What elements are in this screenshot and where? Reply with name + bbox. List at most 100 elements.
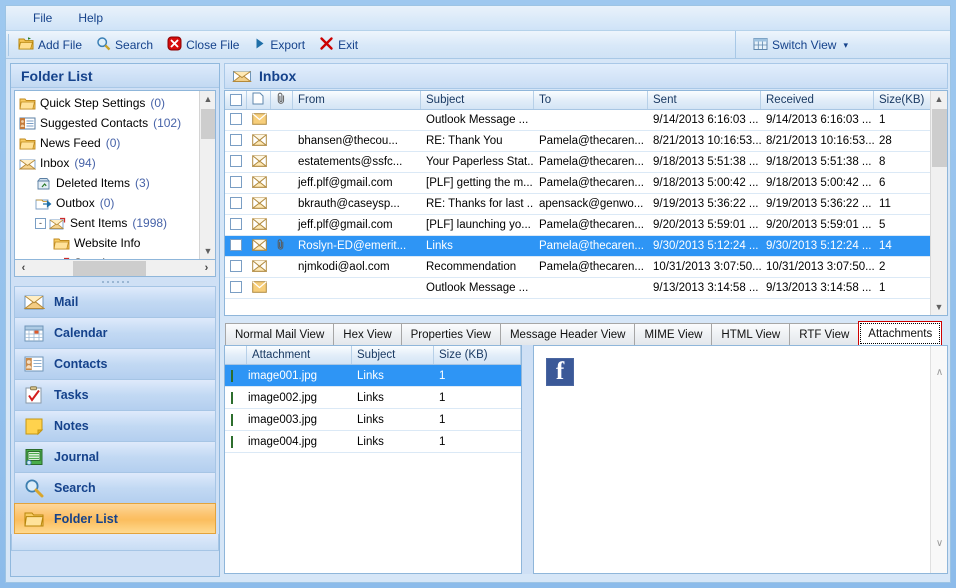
- search-button[interactable]: Search: [89, 34, 160, 56]
- tab-hex-view[interactable]: Hex View: [333, 323, 401, 346]
- folder-tree-item[interactable]: Website Info: [17, 233, 199, 253]
- sidebar-item-mail[interactable]: Mail: [14, 286, 216, 317]
- row-checkbox-cell[interactable]: [225, 217, 247, 233]
- attachment-row[interactable]: image001.jpg Links 1: [225, 365, 521, 387]
- row-checkbox[interactable]: [230, 112, 242, 125]
- mail-column-header-sent[interactable]: Sent: [648, 91, 761, 109]
- folder-tree-item[interactable]: Inbox (94): [17, 153, 199, 173]
- tab-mime-view[interactable]: MIME View: [634, 323, 712, 346]
- attachment-row[interactable]: image004.jpg Links 1: [225, 431, 521, 453]
- preview-scroll-down-icon[interactable]: ∨: [931, 535, 947, 551]
- sidebar-item-search[interactable]: Search: [14, 472, 216, 503]
- mail-row[interactable]: bkrauth@caseysp... RE: Thanks for last ..…: [225, 194, 930, 215]
- row-checkbox[interactable]: [230, 133, 242, 146]
- mail-column-header-attach[interactable]: [271, 91, 293, 109]
- tree-expander-icon[interactable]: -: [35, 217, 46, 229]
- mail-scroll-thumb[interactable]: [932, 109, 947, 167]
- attachment-column-header-2[interactable]: Subject: [352, 346, 434, 364]
- row-checkbox[interactable]: [230, 238, 242, 251]
- preview-scroll-up-icon[interactable]: ∧: [931, 364, 947, 380]
- mail-column-header-received[interactable]: Received: [761, 91, 874, 109]
- row-checkbox-cell[interactable]: [225, 133, 247, 149]
- mail-grid-vscrollbar[interactable]: ▲ ▼: [930, 91, 947, 315]
- row-checkbox-cell[interactable]: [225, 238, 247, 254]
- splitter-gripper[interactable]: [11, 277, 219, 286]
- scroll-right-icon[interactable]: ›: [198, 262, 215, 274]
- tab-rtf-view[interactable]: RTF View: [789, 323, 859, 346]
- row-checkbox[interactable]: [230, 217, 242, 230]
- scroll-thumb[interactable]: [201, 109, 215, 139]
- attachments-header[interactable]: Attachment Subject Size (KB): [225, 346, 521, 365]
- mail-row[interactable]: jeff.plf@gmail.com [PLF] launching yo... P…: [225, 215, 930, 236]
- sidebar-item-contacts[interactable]: Contacts: [14, 348, 216, 379]
- mail-column-header-size[interactable]: Size(KB): [874, 91, 932, 109]
- mail-grid-header[interactable]: From Subject To Sent Received Size(KB): [225, 91, 947, 110]
- menu-item-help[interactable]: Help: [65, 8, 116, 28]
- folder-tree-item[interactable]: News Feed (0): [17, 133, 199, 153]
- row-checkbox-cell[interactable]: [225, 154, 247, 170]
- folder-tree-vscrollbar[interactable]: ▲ ▼: [199, 91, 215, 259]
- mail-row[interactable]: estatements@ssfc... Your Paperless Stat..…: [225, 152, 930, 173]
- mail-row[interactable]: Roslyn-ED@emerit... Links Pamela@thecaren.…: [225, 236, 930, 257]
- scroll-up-icon[interactable]: ▲: [200, 91, 215, 107]
- mail-row[interactable]: jeff.plf@gmail.com [PLF] getting the m...…: [225, 173, 930, 194]
- sidebar-item-tasks[interactable]: Tasks: [14, 379, 216, 410]
- folder-tree-item[interactable]: Sent Items: [17, 253, 199, 259]
- mail-grid-body[interactable]: Outlook Message ... 9/14/2013 6:16:03 ...…: [225, 110, 930, 315]
- folder-tree[interactable]: Quick Step Settings (0) Suggested Contacts…: [15, 91, 199, 259]
- scroll-down-icon[interactable]: ▼: [200, 243, 215, 259]
- tab-properties-view[interactable]: Properties View: [400, 323, 500, 346]
- menu-item-file[interactable]: File: [20, 8, 65, 28]
- attachment-row[interactable]: image003.jpg Links 1: [225, 409, 521, 431]
- tab-message-header-view[interactable]: Message Header View: [499, 323, 635, 346]
- folder-tree-hscrollbar[interactable]: ‹ ›: [14, 260, 216, 277]
- sidebar-item-folder-list[interactable]: Folder List: [14, 503, 216, 534]
- export-button[interactable]: Export: [246, 34, 312, 56]
- attachment-column-header-1[interactable]: Attachment: [247, 346, 352, 364]
- tab-html-view[interactable]: HTML View: [711, 323, 790, 346]
- mail-scroll-up-icon[interactable]: ▲: [931, 91, 947, 107]
- mail-row[interactable]: bhansen@thecou... RE: Thank You Pamela@the…: [225, 131, 930, 152]
- attachment-column-header-3[interactable]: Size (KB): [434, 346, 521, 364]
- tab-normal-mail-view[interactable]: Normal Mail View: [225, 323, 334, 346]
- row-checkbox[interactable]: [230, 259, 242, 272]
- preview-vscrollbar[interactable]: ∧ ∨: [930, 346, 947, 573]
- scroll-left-icon[interactable]: ‹: [15, 262, 32, 274]
- folder-tree-item[interactable]: Outbox (0): [17, 193, 199, 213]
- row-checkbox[interactable]: [230, 280, 242, 293]
- sidebar-item-notes[interactable]: Notes: [14, 410, 216, 441]
- mail-row[interactable]: Outlook Message ... 9/13/2013 3:14:58 ...…: [225, 278, 930, 299]
- exit-button[interactable]: Exit: [312, 34, 365, 56]
- folder-tree-item[interactable]: - Sent Items (1998): [17, 213, 199, 233]
- mail-column-header-msg[interactable]: [247, 91, 271, 109]
- row-checkbox-cell[interactable]: [225, 196, 247, 212]
- mail-column-header-from[interactable]: From: [293, 91, 421, 109]
- sidebar-item-calendar[interactable]: Calendar: [14, 317, 216, 348]
- attachment-row[interactable]: image002.jpg Links 1: [225, 387, 521, 409]
- attachments-body[interactable]: image001.jpg Links 1 image002.jpg Links 1 imag…: [225, 365, 521, 453]
- switch-view-button[interactable]: Switch View ▾: [746, 34, 855, 56]
- attachment-column-header-0[interactable]: [225, 346, 247, 364]
- row-checkbox[interactable]: [230, 175, 242, 188]
- close-file-button[interactable]: Close File: [160, 34, 246, 56]
- mail-column-header-check[interactable]: [225, 91, 247, 109]
- folder-tree-item[interactable]: Quick Step Settings (0): [17, 93, 199, 113]
- mail-row[interactable]: njmkodi@aol.com Recommendation Pamela@thec…: [225, 257, 930, 278]
- add-file-button[interactable]: Add File: [11, 34, 89, 56]
- row-checkbox-cell[interactable]: [225, 112, 247, 128]
- mail-row[interactable]: Outlook Message ... 9/14/2013 6:16:03 ...…: [225, 110, 930, 131]
- mail-column-header-to[interactable]: To: [534, 91, 648, 109]
- row-checkbox-cell[interactable]: [225, 259, 247, 275]
- tab-attachments[interactable]: Attachments: [858, 321, 943, 346]
- pane-splitter[interactable]: [522, 345, 533, 574]
- hscroll-thumb[interactable]: [73, 260, 146, 276]
- sidebar-item-journal[interactable]: Journal: [14, 441, 216, 472]
- folder-tree-item[interactable]: Deleted Items (3): [17, 173, 199, 193]
- select-all-checkbox[interactable]: [230, 94, 242, 106]
- mail-scroll-down-icon[interactable]: ▼: [931, 299, 947, 315]
- folder-tree-item[interactable]: Suggested Contacts (102): [17, 113, 199, 133]
- row-checkbox[interactable]: [230, 196, 242, 209]
- row-checkbox-cell[interactable]: [225, 175, 247, 191]
- mail-column-header-subject[interactable]: Subject: [421, 91, 534, 109]
- row-checkbox-cell[interactable]: [225, 280, 247, 296]
